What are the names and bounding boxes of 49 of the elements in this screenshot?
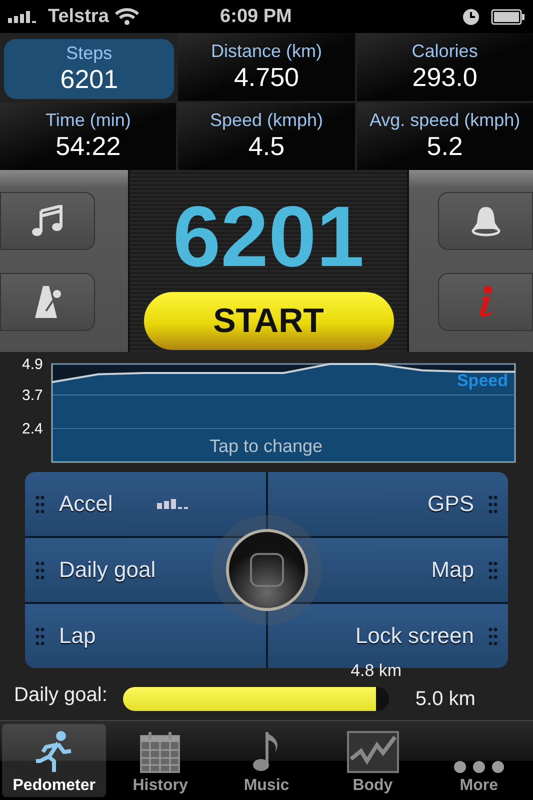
- control-row-button[interactable]: Map: [314, 538, 508, 602]
- carrier-name: Telstra: [48, 6, 109, 28]
- bell-icon: [470, 204, 502, 236]
- wifi-icon: [114, 8, 139, 25]
- tab-item[interactable]: Music: [214, 724, 319, 797]
- y-tick-label: 2.4: [22, 420, 43, 438]
- tab-item[interactable]: Pedometer: [2, 724, 106, 797]
- stat-tile[interactable]: Speed (kmph) 4.5: [178, 102, 355, 170]
- music-note-icon: [252, 731, 280, 773]
- metronome-button[interactable]: [0, 272, 95, 330]
- stat-tile[interactable]: Avg. speed (kmph) 5.2: [356, 102, 533, 170]
- music-button[interactable]: [0, 192, 95, 250]
- line-graph-icon: [346, 731, 399, 773]
- grip-icon: [35, 494, 45, 514]
- alarm-button[interactable]: [438, 192, 533, 250]
- control-row-button[interactable]: GPS: [268, 472, 508, 536]
- stat-tile[interactable]: Distance (km) 4.750: [178, 33, 355, 100]
- stat-tile[interactable]: Time (min) 54:22: [0, 102, 176, 170]
- more-icon: [454, 761, 504, 773]
- grip-icon: [488, 626, 498, 646]
- y-tick-label: 4.9: [22, 356, 43, 373]
- grip-icon: [488, 494, 498, 514]
- calendar-icon: [140, 731, 180, 773]
- tab-item[interactable]: More: [426, 724, 532, 797]
- grip-icon: [488, 560, 498, 580]
- tab-item[interactable]: Body: [320, 724, 425, 797]
- step-counter: 6201: [172, 194, 364, 280]
- home-button[interactable]: [226, 529, 308, 611]
- control-row-button[interactable]: Lap: [25, 604, 266, 668]
- clock-time: 6:09 PM: [219, 6, 293, 28]
- daily-goal-label: Daily goal:: [14, 684, 108, 706]
- series-label: Speed: [456, 371, 508, 390]
- battery-icon: [491, 8, 525, 24]
- goal-target: 5.0 km: [415, 688, 476, 710]
- tab-item[interactable]: History: [108, 724, 212, 797]
- control-row-button[interactable]: Accel: [25, 472, 266, 536]
- start-button[interactable]: START: [142, 290, 396, 352]
- music-note-icon: [30, 204, 64, 236]
- stat-tile[interactable]: Steps 6201: [4, 39, 174, 98]
- metronome-icon: [32, 284, 62, 318]
- info-button[interactable]: [438, 272, 533, 330]
- signal-bars-icon: [156, 499, 189, 509]
- y-tick-label: 3.7: [22, 386, 43, 404]
- grip-icon: [35, 626, 45, 646]
- chart-hint: Tap to change: [209, 436, 323, 456]
- stat-tile[interactable]: Calories 293.0: [356, 33, 533, 100]
- control-row-button[interactable]: Daily goal: [25, 538, 218, 602]
- clock-icon: [463, 8, 479, 24]
- grip-icon: [35, 560, 45, 580]
